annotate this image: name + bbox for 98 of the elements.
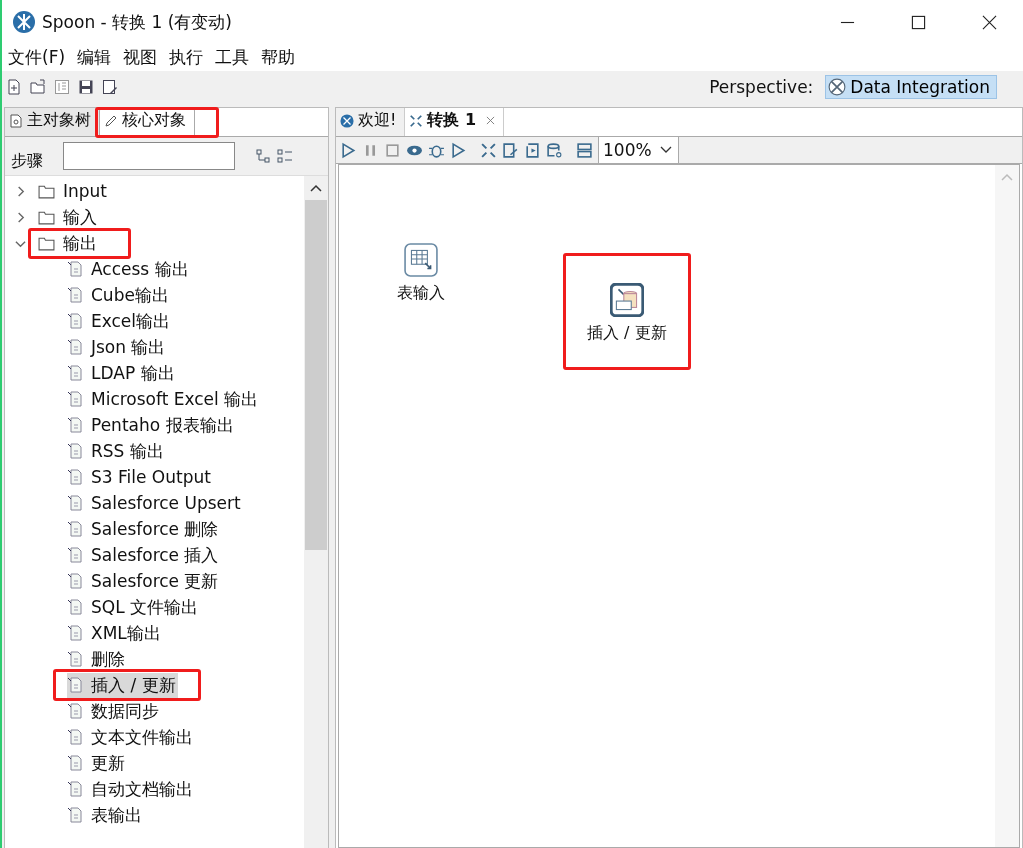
document-icon xyxy=(67,339,83,355)
close-icon[interactable] xyxy=(982,14,997,30)
impact-icon[interactable] xyxy=(502,141,519,159)
perspective-button[interactable]: Data Integration xyxy=(825,75,997,99)
step-item[interactable]: RSS 输出 xyxy=(67,438,166,464)
document-icon xyxy=(67,261,83,277)
document-icon xyxy=(67,469,83,485)
document-icon xyxy=(67,651,83,667)
canvas[interactable]: 表输入 插入 / 更新 xyxy=(338,164,1020,848)
arrows-icon xyxy=(409,113,424,128)
replay-icon[interactable] xyxy=(450,141,467,159)
step-item[interactable]: 自动文档输出 xyxy=(67,776,195,802)
step-item[interactable]: Excel输出 xyxy=(67,308,173,334)
document-icon xyxy=(67,365,83,381)
step-item[interactable]: 插入 / 更新 xyxy=(67,672,178,698)
document-icon xyxy=(67,703,83,719)
database-step-icon[interactable] xyxy=(609,283,644,317)
document-icon xyxy=(67,755,83,771)
document-icon xyxy=(67,391,83,407)
step-item[interactable]: LDAP 输出 xyxy=(67,360,177,386)
layout-icon[interactable] xyxy=(576,141,593,159)
tree-item[interactable]: 输出 xyxy=(63,231,97,255)
save-icon[interactable] xyxy=(78,79,94,95)
step-item[interactable]: S3 File Output xyxy=(67,466,213,488)
steps-label: 步骤 xyxy=(11,150,43,172)
step-item[interactable]: Json 输出 xyxy=(67,334,168,360)
document-icon xyxy=(67,677,83,693)
save-as-icon[interactable] xyxy=(102,79,118,95)
scrollbar[interactable] xyxy=(304,176,328,848)
run-icon[interactable] xyxy=(340,141,357,159)
menu-item[interactable]: 视图 xyxy=(123,46,158,69)
panel-tab[interactable]: 主对象树 xyxy=(5,108,99,136)
expander-icon[interactable] xyxy=(15,211,26,223)
document-search-icon xyxy=(9,113,23,128)
step-item[interactable]: Salesforce 插入 xyxy=(67,542,221,568)
document-icon xyxy=(67,729,83,745)
database-search-icon[interactable] xyxy=(546,141,563,159)
window-title: Spoon - 转换 1 (有变动) xyxy=(42,10,232,34)
zoom-dropdown[interactable]: 100% xyxy=(598,137,679,163)
document-icon xyxy=(67,417,83,433)
pencil-icon xyxy=(104,113,118,128)
document-icon xyxy=(67,625,83,641)
expander-icon[interactable] xyxy=(15,185,26,197)
document-icon xyxy=(67,443,83,459)
step-item[interactable]: 文本文件输出 xyxy=(67,724,195,750)
app-logo-icon xyxy=(340,113,354,128)
step-item[interactable]: Salesforce 删除 xyxy=(67,516,221,542)
menu-item[interactable]: 文件(F) xyxy=(8,46,66,69)
tree-item[interactable]: 输入 xyxy=(63,205,97,229)
document-icon xyxy=(67,599,83,615)
scrollbar[interactable] xyxy=(995,165,1019,847)
collapse-tree-icon[interactable] xyxy=(255,148,271,164)
tree-item[interactable]: Input xyxy=(63,181,108,201)
document-icon xyxy=(67,287,83,303)
menu-item[interactable]: 编辑 xyxy=(77,46,112,69)
document-icon xyxy=(67,807,83,823)
step-item[interactable]: Pentaho 报表输出 xyxy=(67,412,236,438)
step-item[interactable]: 数据同步 xyxy=(67,698,161,724)
maximize-icon[interactable] xyxy=(911,14,926,30)
search-field[interactable] xyxy=(63,142,235,170)
menu-item[interactable]: 帮助 xyxy=(261,46,296,69)
new-file-icon[interactable] xyxy=(6,79,22,95)
document-icon xyxy=(67,547,83,563)
script-icon[interactable] xyxy=(524,141,541,159)
document-icon xyxy=(67,313,83,329)
menu-item[interactable]: 工具 xyxy=(215,46,250,69)
folder-icon xyxy=(38,209,55,225)
app-logo-icon xyxy=(12,10,36,34)
step-item[interactable]: Cube输出 xyxy=(67,282,171,308)
document-icon xyxy=(67,521,83,537)
step-label: 表输入 xyxy=(397,283,445,304)
perspective-icon xyxy=(828,78,847,96)
step-item[interactable]: Salesforce Upsert xyxy=(67,492,243,514)
open-folder-icon[interactable] xyxy=(30,79,46,95)
verify-icon[interactable] xyxy=(480,141,497,159)
perspective-label: Perspective: xyxy=(709,77,814,97)
chevron-down-icon xyxy=(659,146,672,154)
scroll-up-icon[interactable] xyxy=(310,184,322,192)
folder-icon xyxy=(38,183,55,199)
step-item[interactable]: SQL 文件输出 xyxy=(67,594,201,620)
editor-tab[interactable]: 欢迎! xyxy=(336,108,406,136)
table-step-icon[interactable] xyxy=(404,243,438,277)
close-tab-icon[interactable] xyxy=(486,116,496,125)
step-item[interactable]: Access 输出 xyxy=(67,256,191,282)
list-icon[interactable] xyxy=(54,79,70,95)
document-icon xyxy=(67,573,83,589)
step-label: 插入 / 更新 xyxy=(587,323,667,344)
step-item[interactable]: Salesforce 更新 xyxy=(67,568,221,594)
folder-icon xyxy=(38,235,55,251)
step-item[interactable]: 删除 xyxy=(67,646,127,672)
menu-item[interactable]: 执行 xyxy=(169,46,204,69)
expand-tree-icon[interactable] xyxy=(277,148,293,164)
document-icon xyxy=(67,781,83,797)
document-icon xyxy=(67,495,83,511)
step-item[interactable]: 表输出 xyxy=(67,802,144,828)
step-item[interactable]: XML输出 xyxy=(67,620,163,646)
step-item[interactable]: Microsoft Excel 输出 xyxy=(67,386,261,412)
step-item[interactable]: 更新 xyxy=(67,750,127,776)
